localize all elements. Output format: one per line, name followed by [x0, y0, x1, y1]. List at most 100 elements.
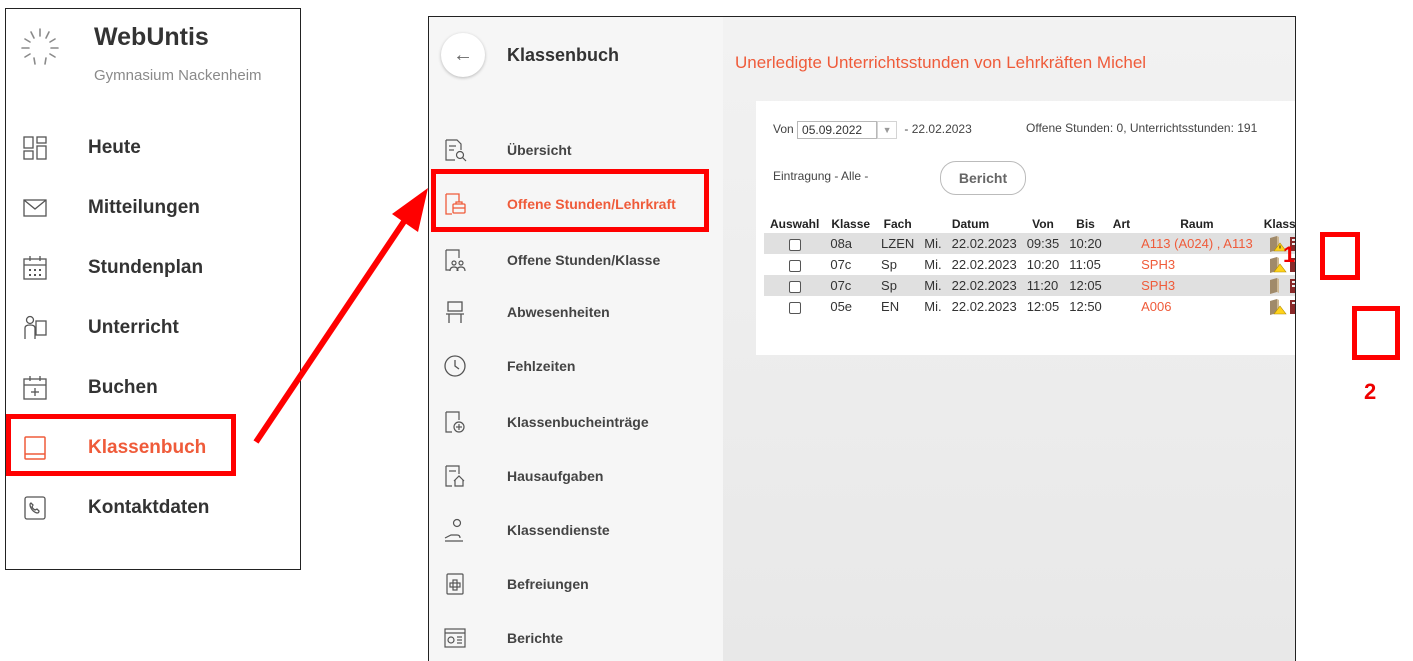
column-header[interactable]: Raum: [1136, 215, 1258, 233]
nav-item-kontaktdaten[interactable]: Kontaktdaten: [6, 485, 300, 531]
row-checkbox[interactable]: [788, 259, 801, 272]
lessons-table: Auswahl Klasse Fach Datum Von Bis Art Ra…: [764, 215, 1296, 317]
column-header[interactable]: Von: [1022, 215, 1065, 233]
cell-raum[interactable]: SPH3: [1136, 275, 1258, 296]
lesson-stats: Offene Stunden: 0, Unterrichtsstunden: 1…: [1026, 121, 1258, 135]
submenu-item-uebersicht[interactable]: Übersicht: [429, 129, 723, 173]
submenu-item-label: Offene Stunden/Klasse: [507, 252, 661, 268]
date-dropdown-button[interactable]: ▼: [877, 121, 898, 139]
cell-datum: 22.02.2023: [951, 257, 1017, 272]
von-label: Von: [773, 122, 794, 137]
submenu-item-label: Klassendienste: [507, 522, 610, 538]
row-checkbox[interactable]: [788, 280, 801, 293]
column-header[interactable]: Auswahl: [764, 215, 825, 233]
person-service-icon: [444, 518, 463, 542]
doc-home-icon: [445, 465, 465, 487]
submenu-item-klassenbucheintraege[interactable]: Klassenbucheinträge: [429, 401, 723, 445]
nav-item-label: Unterricht: [88, 317, 179, 338]
dashboard-icon: [23, 136, 47, 160]
table-row: 05e EN Mi. 22.02.2023 12:05 12:50 A006: [764, 296, 1296, 317]
cell-bis: 10:20: [1064, 233, 1107, 254]
submenu-item-befreiungen[interactable]: Befreiungen: [429, 563, 723, 607]
nav-item-mitteilungen[interactable]: Mitteilungen: [6, 185, 300, 231]
teacher-icon: [24, 315, 47, 339]
from-date-input[interactable]: 05.09.2022: [797, 121, 878, 139]
nav-item-label: Mitteilungen: [88, 197, 200, 218]
cell-klasse: 05e: [830, 299, 853, 314]
cell-fach: EN: [881, 299, 900, 314]
nav-item-label: Kontaktdaten: [88, 497, 210, 518]
nav-item-buchen[interactable]: Buchen: [6, 365, 300, 411]
open-classbook-icon[interactable]: [1269, 277, 1287, 294]
cell-bis: 12:50: [1069, 299, 1102, 314]
main-content: Unerledigte Unterrichtsstunden von Lehrk…: [723, 17, 1296, 661]
calendar-plus-icon: [23, 376, 47, 400]
submenu-item-label: Fehlzeiten: [507, 358, 576, 374]
cell-klassenbuch: [1258, 296, 1296, 317]
submenu-item-label: Berichte: [507, 630, 564, 646]
cell-von: 09:35: [1021, 233, 1065, 254]
column-header[interactable]: Fach: [876, 215, 919, 233]
cell-bis: 11:05: [1069, 257, 1101, 272]
envelope-icon: [23, 199, 47, 217]
chevron-down-icon: ▼: [882, 125, 892, 135]
bericht-button[interactable]: Bericht: [940, 161, 1026, 195]
submenu-item-fehlzeiten[interactable]: Fehlzeiten: [429, 345, 723, 389]
cell-tag: Mi.: [924, 299, 942, 314]
cell-von: 11:20: [1021, 275, 1065, 296]
submenu-item-klassendienste[interactable]: Klassendienste: [429, 509, 723, 553]
cell-tag: Mi.: [919, 233, 947, 254]
classbook-warning-icon[interactable]: [1289, 299, 1296, 315]
submenu-item-label: Übersicht: [507, 142, 572, 158]
highlight-classbook-warning: [1352, 306, 1400, 360]
eintragung-filter[interactable]: Eintragung - Alle -: [773, 169, 868, 183]
klassenbuch-panel: ← Klassenbuch Übersicht Offene Stunden/L…: [428, 16, 1296, 661]
group-doc-icon: [445, 249, 466, 272]
submenu-item-hausaufgaben[interactable]: Hausaufgaben: [429, 455, 723, 499]
cell-bis: 12:05: [1064, 275, 1107, 296]
clock-icon: [444, 355, 466, 377]
cell-raum[interactable]: A006: [1136, 296, 1258, 317]
date-range-filter: Von 05.09.2022 ▼ - 22.02.2023: [773, 121, 972, 139]
column-header[interactable]: Bis: [1064, 215, 1107, 233]
submenu-item-offene-stunden-klasse[interactable]: Offene Stunden/Klasse: [429, 239, 723, 283]
cell-klasse: 07c: [825, 275, 877, 296]
row-checkbox[interactable]: [788, 301, 801, 314]
highlight-klassenbuch: [6, 414, 236, 476]
open-classbook-icon[interactable]: [1269, 298, 1287, 315]
school-name: Gymnasium Nackenheim: [94, 67, 262, 84]
nav-item-stundenplan[interactable]: Stundenplan: [6, 245, 300, 291]
column-header[interactable]: Klassenbuch: [1258, 215, 1295, 233]
table-row: 08a LZEN Mi. 22.02.2023 09:35 10:20 A113…: [764, 233, 1295, 254]
column-header[interactable]: Klasse: [825, 215, 876, 233]
cell-raum[interactable]: SPH3: [1136, 254, 1258, 275]
column-header[interactable]: Datum: [919, 215, 1021, 233]
nav-item-label: Stundenplan: [88, 257, 204, 278]
submenu-item-label: Klassenbucheinträge: [507, 414, 649, 430]
arrow-left-icon: ←: [453, 44, 473, 66]
app-title: WebUntis: [94, 23, 209, 51]
klassenbuch-submenu: ← Klassenbuch Übersicht Offene Stunden/L…: [429, 17, 724, 661]
row-checkbox[interactable]: [788, 238, 801, 251]
nav-item-heute[interactable]: Heute: [6, 125, 300, 171]
cell-fach: LZEN: [876, 233, 920, 254]
report-icon: [444, 628, 466, 648]
webuntis-logo-icon: [21, 28, 59, 65]
to-date: - 22.02.2023: [904, 122, 972, 137]
cell-fach: Sp: [881, 257, 897, 272]
table-row: 07c Sp Mi. 22.02.2023 11:20 12:05 SPH3: [764, 275, 1296, 296]
column-header[interactable]: Art: [1107, 215, 1136, 233]
submenu-item-label: Befreiungen: [507, 576, 589, 592]
cell-datum: 22.02.2023: [946, 275, 1022, 296]
submenu-item-berichte[interactable]: Berichte: [429, 617, 723, 661]
submenu-item-abwesenheiten[interactable]: Abwesenheiten: [429, 291, 723, 335]
highlight-offene-stunden-lehrkraft: [431, 169, 709, 232]
content-heading: Unerledigte Unterrichtsstunden von Lehrk…: [735, 53, 1147, 72]
cell-raum[interactable]: A113 (A024) , A113: [1136, 233, 1258, 254]
classbook-icon[interactable]: [1289, 278, 1296, 294]
back-button[interactable]: ←: [441, 33, 485, 77]
cell-art: [1107, 296, 1136, 317]
cell-klasse: 07c: [830, 257, 852, 272]
nav-item-unterricht[interactable]: Unterricht: [6, 305, 300, 351]
cell-tag: Mi.: [924, 257, 942, 272]
